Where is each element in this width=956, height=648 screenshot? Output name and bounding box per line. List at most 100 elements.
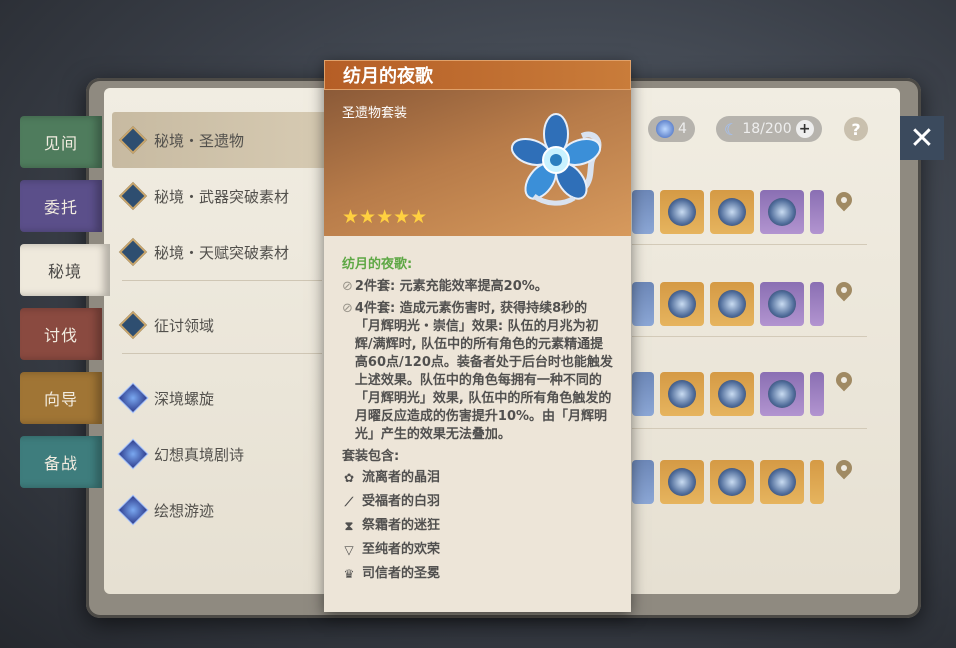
domain-item-spiral-abyss[interactable]: 深境螺旋: [112, 370, 332, 426]
fragile-resin-count: 4: [678, 121, 687, 137]
set-name: 纺月的夜歌:: [342, 257, 413, 272]
bonus-inactive-icon: ⊘: [342, 301, 353, 316]
tab-label: 委托: [43, 198, 78, 217]
tab-preparation[interactable]: 备战: [20, 436, 102, 488]
tab-label: 讨伐: [43, 326, 78, 345]
help-button[interactable]: ?: [844, 117, 868, 141]
tooltip-hero: 圣遗物套装 ★★★★★: [324, 90, 631, 236]
location-pin-icon[interactable]: [836, 460, 852, 482]
reward-item[interactable]: [760, 460, 804, 504]
reward-row: [632, 282, 824, 338]
domain-item-travel-sketch[interactable]: 绘想游迹: [112, 482, 332, 538]
reward-item[interactable]: [632, 372, 654, 416]
reward-item[interactable]: [632, 190, 654, 234]
reward-item[interactable]: [760, 282, 804, 326]
domain-label: 征讨领域: [154, 316, 215, 335]
four-piece-text: 4件套: 造成元素伤害时, 获得持续8秒的「月辉明光・崇信」效果: 队伍的月兆为…: [354, 301, 613, 442]
goblet-icon: ▽: [344, 543, 354, 557]
reward-row: [632, 372, 824, 428]
piece-label: 司信者的圣冕: [362, 566, 441, 581]
reward-row: [632, 190, 824, 246]
tab-label: 备战: [43, 454, 78, 473]
reward-item[interactable]: [632, 282, 654, 326]
tooltip-subtitle: 圣遗物套装: [342, 106, 408, 121]
piece-label: 受福者的白羽: [362, 494, 441, 509]
domain-label: 秘境・武器突破素材: [154, 187, 290, 206]
tab-guide[interactable]: 向导: [20, 372, 102, 424]
tooltip-title: 纺月的夜歌: [324, 60, 631, 90]
reward-item[interactable]: [660, 190, 704, 234]
tab-bosses[interactable]: 讨伐: [20, 308, 102, 360]
domain-label: 绘想游迹: [154, 501, 215, 520]
domain-category-list: 秘境・圣遗物 秘境・武器突破素材 秘境・天赋突破素材 征讨领域 深境螺旋 幻想真…: [112, 112, 332, 538]
domain-label: 秘境・天赋突破素材: [154, 243, 290, 262]
tooltip-body: 纺月的夜歌: ⊘ 2件套: 元素充能效率提高20%。 ⊘ 4件套: 造成元素伤害…: [324, 236, 631, 586]
set-piece-goblet: ▽ 至纯者的欢荣: [342, 538, 613, 562]
domain-icon: [118, 237, 148, 267]
original-resin-count: 18/200: [742, 121, 792, 137]
reward-item[interactable]: [660, 372, 704, 416]
list-divider: [122, 280, 322, 281]
artifact-set-tooltip: 纺月的夜歌 圣遗物套装 ★★★★★ 纺月的夜歌: ⊘ 2件套: 元素充能效率提高…: [324, 60, 631, 612]
fragile-resin-counter: 4: [648, 116, 695, 142]
domain-item-imaginarium-theater[interactable]: 幻想真境剧诗: [112, 426, 332, 482]
reward-item[interactable]: [660, 282, 704, 326]
two-piece-bonus: ⊘ 2件套: 元素充能效率提高20%。: [342, 278, 613, 296]
side-tabs: 见间 委托 秘境 讨伐 向导 备战: [20, 116, 110, 500]
domain-label: 秘境・圣遗物: [154, 131, 245, 150]
close-button[interactable]: ✕: [900, 116, 944, 160]
fragile-resin-icon: [656, 120, 674, 138]
tab-experience[interactable]: 见间: [20, 116, 102, 168]
set-piece-flower: ✿ 流离者的晶泪: [342, 466, 613, 490]
reward-item[interactable]: [710, 190, 754, 234]
two-piece-text: 2件套: 元素充能效率提高20%。: [354, 279, 548, 294]
abyss-icon: [117, 382, 149, 414]
domain-icon: [118, 181, 148, 211]
row-divider: [632, 428, 867, 429]
rarity-stars: ★★★★★: [342, 206, 428, 228]
domain-icon: [118, 125, 148, 155]
tab-domains[interactable]: 秘境: [20, 244, 110, 296]
reward-item[interactable]: [810, 282, 824, 326]
location-pin-icon[interactable]: [836, 372, 852, 394]
sands-icon: ⧗: [344, 519, 354, 533]
location-pin-icon[interactable]: [836, 282, 852, 304]
reward-item[interactable]: [710, 372, 754, 416]
location-pin-icon[interactable]: [836, 192, 852, 214]
sketch-icon: [117, 494, 149, 526]
set-piece-plume: ⟋ 受福者的白羽: [342, 490, 613, 514]
domain-item-talent-materials[interactable]: 秘境・天赋突破素材: [112, 224, 332, 280]
reward-item[interactable]: [810, 190, 824, 234]
list-divider: [122, 353, 322, 354]
theater-icon: [117, 438, 149, 470]
add-resin-button[interactable]: +: [795, 120, 814, 138]
reward-item[interactable]: [760, 372, 804, 416]
domain-label: 深境螺旋: [154, 389, 215, 408]
piece-label: 流离者的晶泪: [362, 470, 441, 485]
flower-icon: ✿: [343, 471, 355, 485]
reward-item[interactable]: [810, 460, 824, 504]
domain-item-weapon-materials[interactable]: 秘境・武器突破素材: [112, 168, 332, 224]
tab-label: 见间: [43, 134, 78, 153]
reward-item[interactable]: [660, 460, 704, 504]
set-piece-circlet: ♛ 司信者的圣冕: [342, 562, 613, 586]
reward-item[interactable]: [760, 190, 804, 234]
tab-label: 秘境: [47, 262, 82, 281]
set-piece-sands: ⧗ 祭霜者的迷狂: [342, 514, 613, 538]
circlet-icon: ♛: [343, 567, 355, 581]
reward-item[interactable]: [710, 460, 754, 504]
piece-label: 至纯者的欢荣: [362, 542, 441, 557]
tab-commissions[interactable]: 委托: [20, 180, 102, 232]
original-resin-counter: ☾ 18/200 +: [716, 116, 822, 142]
domain-item-artifacts[interactable]: 秘境・圣遗物: [112, 112, 332, 168]
moon-resin-icon: ☾: [724, 119, 739, 139]
domain-icon: [118, 310, 148, 340]
set-includes-label: 套装包含:: [342, 449, 400, 464]
domain-item-trounce[interactable]: 征讨领域: [112, 297, 332, 353]
reward-item[interactable]: [810, 372, 824, 416]
reward-item[interactable]: [632, 460, 654, 504]
reward-row: [632, 460, 824, 516]
tab-label: 向导: [43, 390, 78, 409]
reward-item[interactable]: [710, 282, 754, 326]
four-piece-bonus: ⊘ 4件套: 造成元素伤害时, 获得持续8秒的「月辉明光・崇信」效果: 队伍的月…: [342, 300, 613, 444]
